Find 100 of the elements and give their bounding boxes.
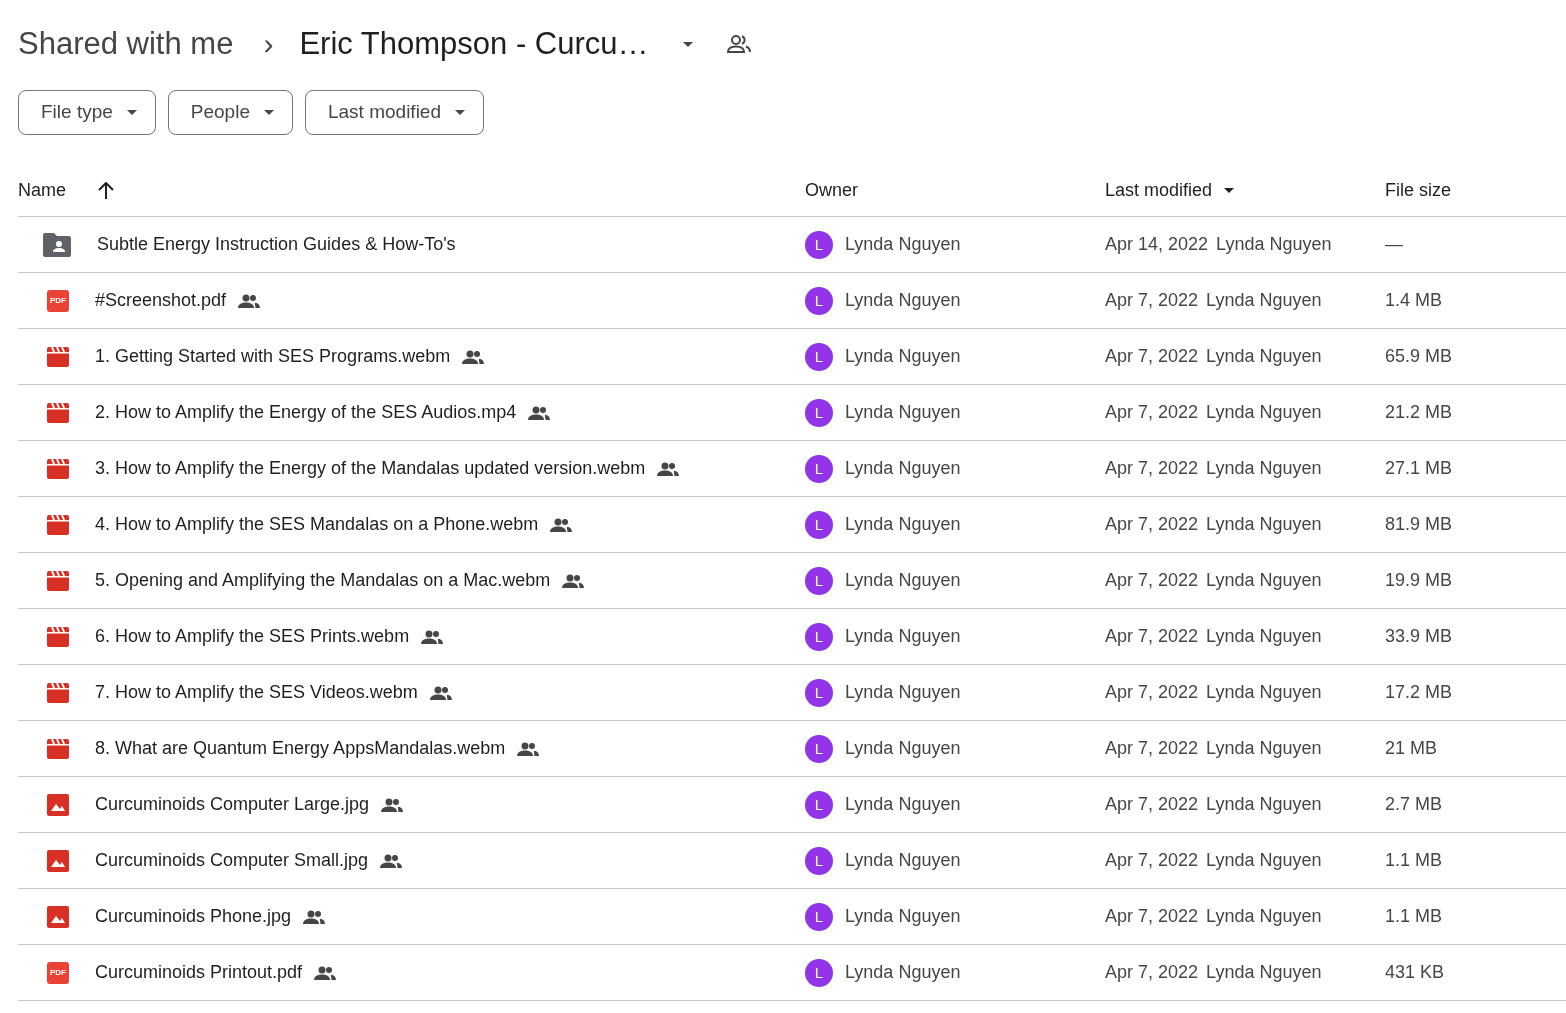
- breadcrumb-link[interactable]: Shared with me: [18, 26, 234, 62]
- file-name[interactable]: Subtle Energy Instruction Guides & How-To's: [97, 234, 456, 255]
- owner-name: Lynda Nguyen: [845, 850, 961, 871]
- file-size: 2.7 MB: [1385, 794, 1443, 815]
- video-icon: [47, 738, 69, 759]
- owner-name: Lynda Nguyen: [845, 402, 961, 423]
- file-size: 17.2 MB: [1385, 682, 1453, 703]
- file-name[interactable]: 4. How to Amplify the SES Mandalas on a Phone.webm: [95, 514, 539, 535]
- file-name[interactable]: #Screenshot.pdf: [95, 290, 227, 311]
- column-header[interactable]: Name: [18, 179, 66, 201]
- filter-chip[interactable]: People: [167, 89, 293, 135]
- owner-name: Lynda Nguyen: [845, 738, 961, 759]
- modified-by: Lynda Nguyen: [1206, 458, 1322, 479]
- owner-name: Lynda Nguyen: [845, 346, 961, 367]
- folder-title: Eric Thompson - Curcu…: [299, 26, 649, 62]
- file-name[interactable]: Curcuminoids Computer Large.jpg: [95, 794, 370, 815]
- owner-name: Lynda Nguyen: [845, 906, 961, 927]
- filter-chip[interactable]: Last modified: [305, 89, 484, 135]
- modified-by: Lynda Nguyen: [1206, 514, 1322, 535]
- file-name[interactable]: Curcuminoids Computer Small.jpg: [95, 850, 369, 871]
- owner-name: Lynda Nguyen: [845, 290, 961, 311]
- modified-date: Apr 7, 2022: [1105, 514, 1199, 535]
- file-name[interactable]: 1. Getting Started with SES Programs.webm: [95, 346, 451, 367]
- owner-avatar: L: [805, 846, 833, 875]
- file-name[interactable]: 7. How to Amplify the SES Videos.webm: [95, 682, 418, 703]
- breadcrumb-separator: ›: [263, 27, 274, 61]
- modified-date: Apr 7, 2022: [1105, 626, 1199, 647]
- file-size: 65.9 MB: [1385, 346, 1453, 367]
- modified-date: Apr 7, 2022: [1105, 682, 1199, 703]
- owner-avatar: L: [805, 902, 833, 931]
- owner-name: Lynda Nguyen: [845, 458, 961, 479]
- people-icon[interactable]: [726, 35, 751, 53]
- modified-date: Apr 7, 2022: [1105, 290, 1199, 311]
- file-size: 21.2 MB: [1385, 402, 1453, 423]
- video-icon: [47, 402, 69, 423]
- owner-name: Lynda Nguyen: [845, 626, 961, 647]
- owner-avatar: L: [805, 454, 833, 483]
- owner-avatar: L: [805, 622, 833, 651]
- modified-date: Apr 7, 2022: [1105, 346, 1199, 367]
- video-icon: [47, 570, 69, 591]
- sort-up-arrow-icon[interactable]: [98, 181, 114, 199]
- modified-by: Lynda Nguyen: [1206, 738, 1322, 759]
- owner-avatar: L: [805, 678, 833, 707]
- owner-avatar: L: [805, 342, 833, 371]
- file-size: 431 KB: [1385, 962, 1445, 983]
- modified-by: Lynda Nguyen: [1206, 850, 1322, 871]
- file-size: 21 MB: [1385, 738, 1438, 759]
- modified-by: Lynda Nguyen: [1206, 682, 1322, 703]
- column-header[interactable]: Owner: [805, 179, 858, 201]
- modified-by: Lynda Nguyen: [1216, 234, 1332, 255]
- owner-name: Lynda Nguyen: [845, 682, 961, 703]
- caret-icon[interactable]: [1224, 187, 1235, 193]
- file-name[interactable]: 5. Opening and Amplifying the Mandalas on a Mac.webm: [95, 570, 551, 591]
- file-name[interactable]: 3. How to Amplify the Energy of the Mandalas updated version.webm: [95, 458, 646, 479]
- owner-name: Lynda Nguyen: [845, 962, 961, 983]
- image-icon: [47, 793, 69, 816]
- column-header[interactable]: File size: [1385, 179, 1451, 201]
- caret-icon: [682, 41, 693, 47]
- file-name[interactable]: 2. How to Amplify the Energy of the SES Audios.mp4: [95, 402, 517, 423]
- file-name[interactable]: 6. How to Amplify the SES Prints.webm: [95, 626, 410, 647]
- file-name[interactable]: 8. What are Quantum Energy AppsMandalas.webm: [95, 738, 506, 759]
- modified-by: Lynda Nguyen: [1206, 626, 1322, 647]
- video-icon: [47, 458, 69, 479]
- modified-date: Apr 7, 2022: [1105, 850, 1199, 871]
- video-icon: [47, 682, 69, 703]
- image-icon: [47, 849, 69, 872]
- image-icon: [47, 905, 69, 928]
- modified-by: Lynda Nguyen: [1206, 290, 1322, 311]
- owner-name: Lynda Nguyen: [845, 570, 961, 591]
- video-icon: [47, 346, 69, 367]
- owner-avatar: L: [805, 398, 833, 427]
- file-name[interactable]: Curcuminoids Printout.pdf: [95, 962, 303, 983]
- column-header[interactable]: Last modified: [1105, 179, 1213, 201]
- owner-avatar: L: [805, 790, 833, 819]
- modified-date: Apr 7, 2022: [1105, 906, 1199, 927]
- owner-avatar: L: [805, 510, 833, 539]
- pdf-icon: PDF: [47, 289, 69, 312]
- file-size: 1.1 MB: [1385, 906, 1443, 927]
- file-size: 81.9 MB: [1385, 514, 1453, 535]
- owner-name: Lynda Nguyen: [845, 794, 961, 815]
- modified-by: Lynda Nguyen: [1206, 570, 1322, 591]
- file-size: 27.1 MB: [1385, 458, 1453, 479]
- modified-date: Apr 14, 2022: [1105, 234, 1209, 255]
- modified-date: Apr 7, 2022: [1105, 570, 1199, 591]
- file-size: —: [1385, 234, 1403, 255]
- owner-avatar: L: [805, 230, 833, 259]
- file-size: 33.9 MB: [1385, 626, 1453, 647]
- caret-icon: [455, 109, 465, 115]
- file-size: 19.9 MB: [1385, 570, 1453, 591]
- caret-icon: [126, 109, 137, 115]
- owner-avatar: L: [805, 958, 833, 987]
- video-icon: [47, 626, 69, 647]
- owner-name: Lynda Nguyen: [845, 514, 961, 535]
- modified-by: Lynda Nguyen: [1206, 346, 1322, 367]
- modified-by: Lynda Nguyen: [1206, 402, 1322, 423]
- file-name[interactable]: Curcuminoids Phone.jpg: [95, 906, 292, 927]
- filter-chip[interactable]: File type: [18, 89, 156, 135]
- modified-by: Lynda Nguyen: [1206, 906, 1322, 927]
- owner-avatar: L: [805, 286, 833, 315]
- modified-date: Apr 7, 2022: [1105, 458, 1199, 479]
